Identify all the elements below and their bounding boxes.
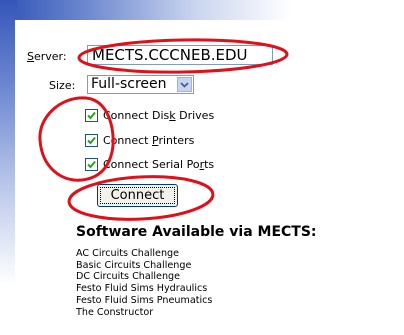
option-disk-drives[interactable]: Connect Disk Drives bbox=[85, 107, 214, 123]
checkbox-serial-ports[interactable] bbox=[85, 157, 98, 171]
list-item: The Constructor bbox=[76, 306, 154, 318]
checkbox-printers[interactable] bbox=[85, 133, 98, 147]
size-select-value: Full-screen bbox=[91, 76, 167, 92]
server-input[interactable]: MECTS.CCCNEB.EDU bbox=[87, 45, 273, 65]
software-heading: Software Available via MECTS: bbox=[76, 224, 317, 240]
option-printers[interactable]: Connect Printers bbox=[85, 132, 194, 148]
size-select[interactable]: Full-screen bbox=[87, 75, 194, 94]
software-list: AC Circuits Challenge Basic Circuits Cha… bbox=[76, 248, 212, 318]
list-item: Festo Fluid Sims Hydraulics bbox=[76, 283, 208, 295]
list-item: DC Circuits Challenge bbox=[76, 271, 181, 283]
checkbox-disk-drives[interactable] bbox=[85, 108, 98, 122]
size-label: Size: bbox=[49, 79, 76, 92]
list-item: AC Circuits Challenge bbox=[76, 248, 180, 259]
list-item: Basic Circuits Challenge bbox=[76, 259, 192, 271]
option-serial-ports[interactable]: Connect Serial Ports bbox=[85, 156, 214, 172]
list-item: Festo Fluid Sims Pneumatics bbox=[76, 294, 213, 306]
chevron-down-icon[interactable] bbox=[177, 77, 192, 92]
server-label: Server: bbox=[27, 50, 67, 63]
connect-button[interactable]: Connect bbox=[97, 184, 178, 207]
